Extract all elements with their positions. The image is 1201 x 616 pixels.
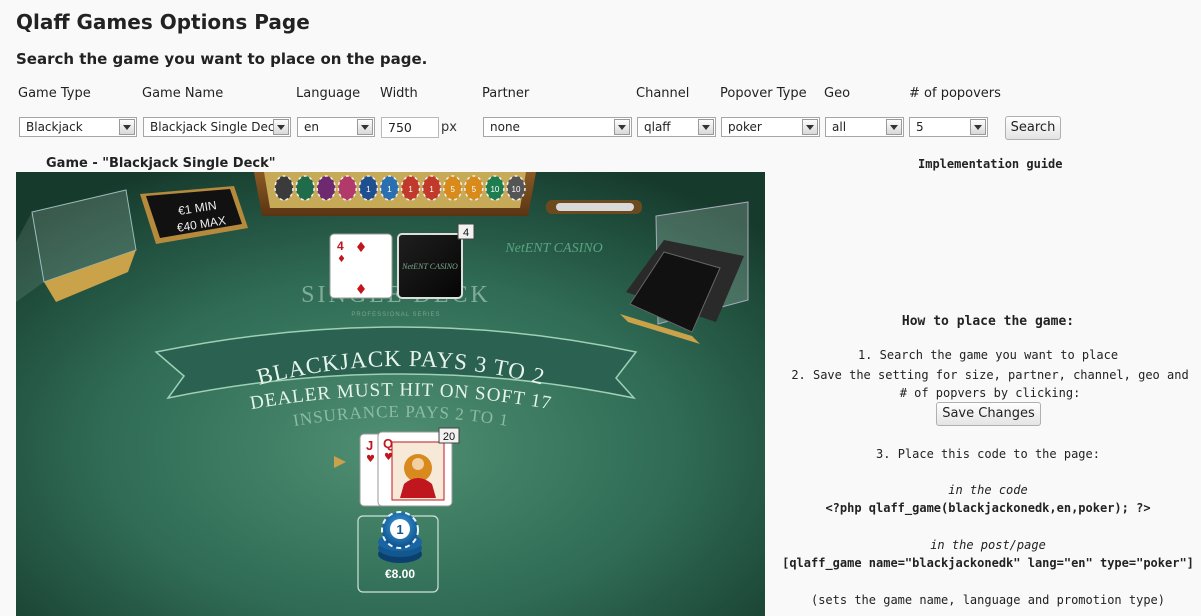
- rack-chip-label: 10: [512, 185, 521, 194]
- popover-type-label: Popover Type: [720, 86, 807, 101]
- game-name-value: Blackjack Single Deck: [150, 120, 282, 134]
- table-subtitle: PROFESSIONAL SERIES: [351, 312, 440, 318]
- dealer-card: 4 ♦ ♦ ♦: [329, 233, 393, 299]
- chevron-down-icon[interactable]: [802, 119, 818, 135]
- language-label: Language: [296, 86, 361, 101]
- chevron-down-icon[interactable]: [970, 119, 986, 135]
- rack-chip-label: 1: [387, 185, 392, 194]
- in-code-label: in the code: [948, 483, 1028, 497]
- partner-select[interactable]: none: [483, 117, 632, 137]
- channel-label: Channel: [636, 86, 690, 101]
- step-3-text: 3. Place this code to the page:: [876, 447, 1100, 461]
- num-popovers-select[interactable]: 5: [909, 117, 988, 137]
- casino-logo: NetENT CASINO: [504, 241, 602, 256]
- partner-value: none: [490, 120, 520, 134]
- width-unit: px: [441, 120, 457, 135]
- geo-label: Geo: [824, 86, 851, 101]
- player-total: 20: [443, 431, 455, 443]
- player-total-badge: 20: [438, 427, 460, 444]
- heart-icon: ♥: [366, 454, 375, 465]
- language-select[interactable]: en: [297, 117, 375, 137]
- rack-chip-label: 1: [429, 185, 434, 194]
- partner-label: Partner: [482, 86, 530, 101]
- game-type-label: Game Type: [18, 86, 91, 101]
- num-popovers-label: # of popovers: [909, 86, 1001, 101]
- rack-chip-label: 1: [408, 185, 413, 194]
- dealer-hidden-card: NetENT CASINO: [397, 233, 463, 299]
- geo-select[interactable]: all: [825, 117, 904, 137]
- rack-chip-label: 10: [490, 185, 499, 194]
- channel-select[interactable]: qlaff: [637, 117, 716, 137]
- rack-chip: [316, 175, 336, 201]
- rack-chip: [337, 175, 358, 201]
- game-caption: Game - "Blackjack Single Deck": [46, 156, 276, 171]
- chevron-down-icon[interactable]: [886, 119, 902, 135]
- step-1-text: 1. Search the game you want to place: [857, 348, 1119, 362]
- chevron-down-icon[interactable]: [614, 119, 630, 135]
- bet-amount: €8.00: [385, 567, 415, 581]
- rack-chip-label: 5: [451, 185, 456, 194]
- search-button[interactable]: Search: [1005, 116, 1061, 140]
- chevron-down-icon[interactable]: [273, 119, 289, 135]
- diamond-icon: ♦: [355, 282, 368, 298]
- dealer-card-rank: 4: [337, 239, 344, 253]
- dealer-total: 4: [463, 227, 469, 239]
- how-to-title: How to place the game:: [901, 314, 1075, 329]
- chevron-down-icon[interactable]: [357, 119, 373, 135]
- dealer-total-badge: 4: [457, 223, 475, 240]
- player-card2-rank: Q: [383, 436, 393, 451]
- game-name-label: Game Name: [142, 86, 224, 101]
- dealer-card-suit-small: ♦: [337, 254, 346, 265]
- width-label: Width: [380, 86, 418, 101]
- bet-chip-value: 1: [396, 522, 403, 537]
- game-name-select[interactable]: Blackjack Single Deck: [143, 117, 291, 137]
- page-title: Qlaff Games Options Page: [16, 10, 310, 34]
- heart-icon: ♥: [384, 452, 393, 463]
- php-code-snippet: <?php qlaff_game(blackjackonedk,en,poker…: [825, 501, 1151, 515]
- in-post-label: in the post/page: [930, 538, 1046, 552]
- rack-chip-label: 1: [366, 185, 371, 194]
- implementation-guide-title: Implementation guide: [918, 157, 1063, 171]
- chip-rack: 1 1 1 1 5 5 10 10: [254, 172, 536, 216]
- card-back-logo: NetENT CASINO: [401, 262, 458, 271]
- rack-chip: [274, 175, 294, 201]
- chevron-down-icon[interactable]: [119, 119, 135, 135]
- shortcode-snippet: [qlaff_game name="blackjackonedk" lang="…: [782, 556, 1194, 570]
- chevron-down-icon[interactable]: [698, 119, 714, 135]
- step-2-text: 2. Save the setting for size, partner, c…: [791, 368, 1189, 400]
- width-input[interactable]: 750: [381, 117, 439, 138]
- player-card1-rank: J: [366, 438, 373, 453]
- shortcode-note: (sets the game name, language and promot…: [810, 593, 1165, 607]
- diamond-icon: ♦: [355, 240, 368, 256]
- shoe-bar: [546, 200, 642, 214]
- save-changes-button[interactable]: Save Changes: [936, 402, 1041, 426]
- game-type-select[interactable]: Blackjack: [19, 117, 137, 137]
- rack-chip: [295, 175, 315, 201]
- rack-chip-label: 5: [472, 185, 477, 194]
- popover-type-select[interactable]: poker: [721, 117, 820, 137]
- game-frame[interactable]: 1111551010 €1 MIN €40 MAX NetENT: [16, 172, 765, 616]
- page-subtitle: Search the game you want to place on the…: [16, 50, 428, 68]
